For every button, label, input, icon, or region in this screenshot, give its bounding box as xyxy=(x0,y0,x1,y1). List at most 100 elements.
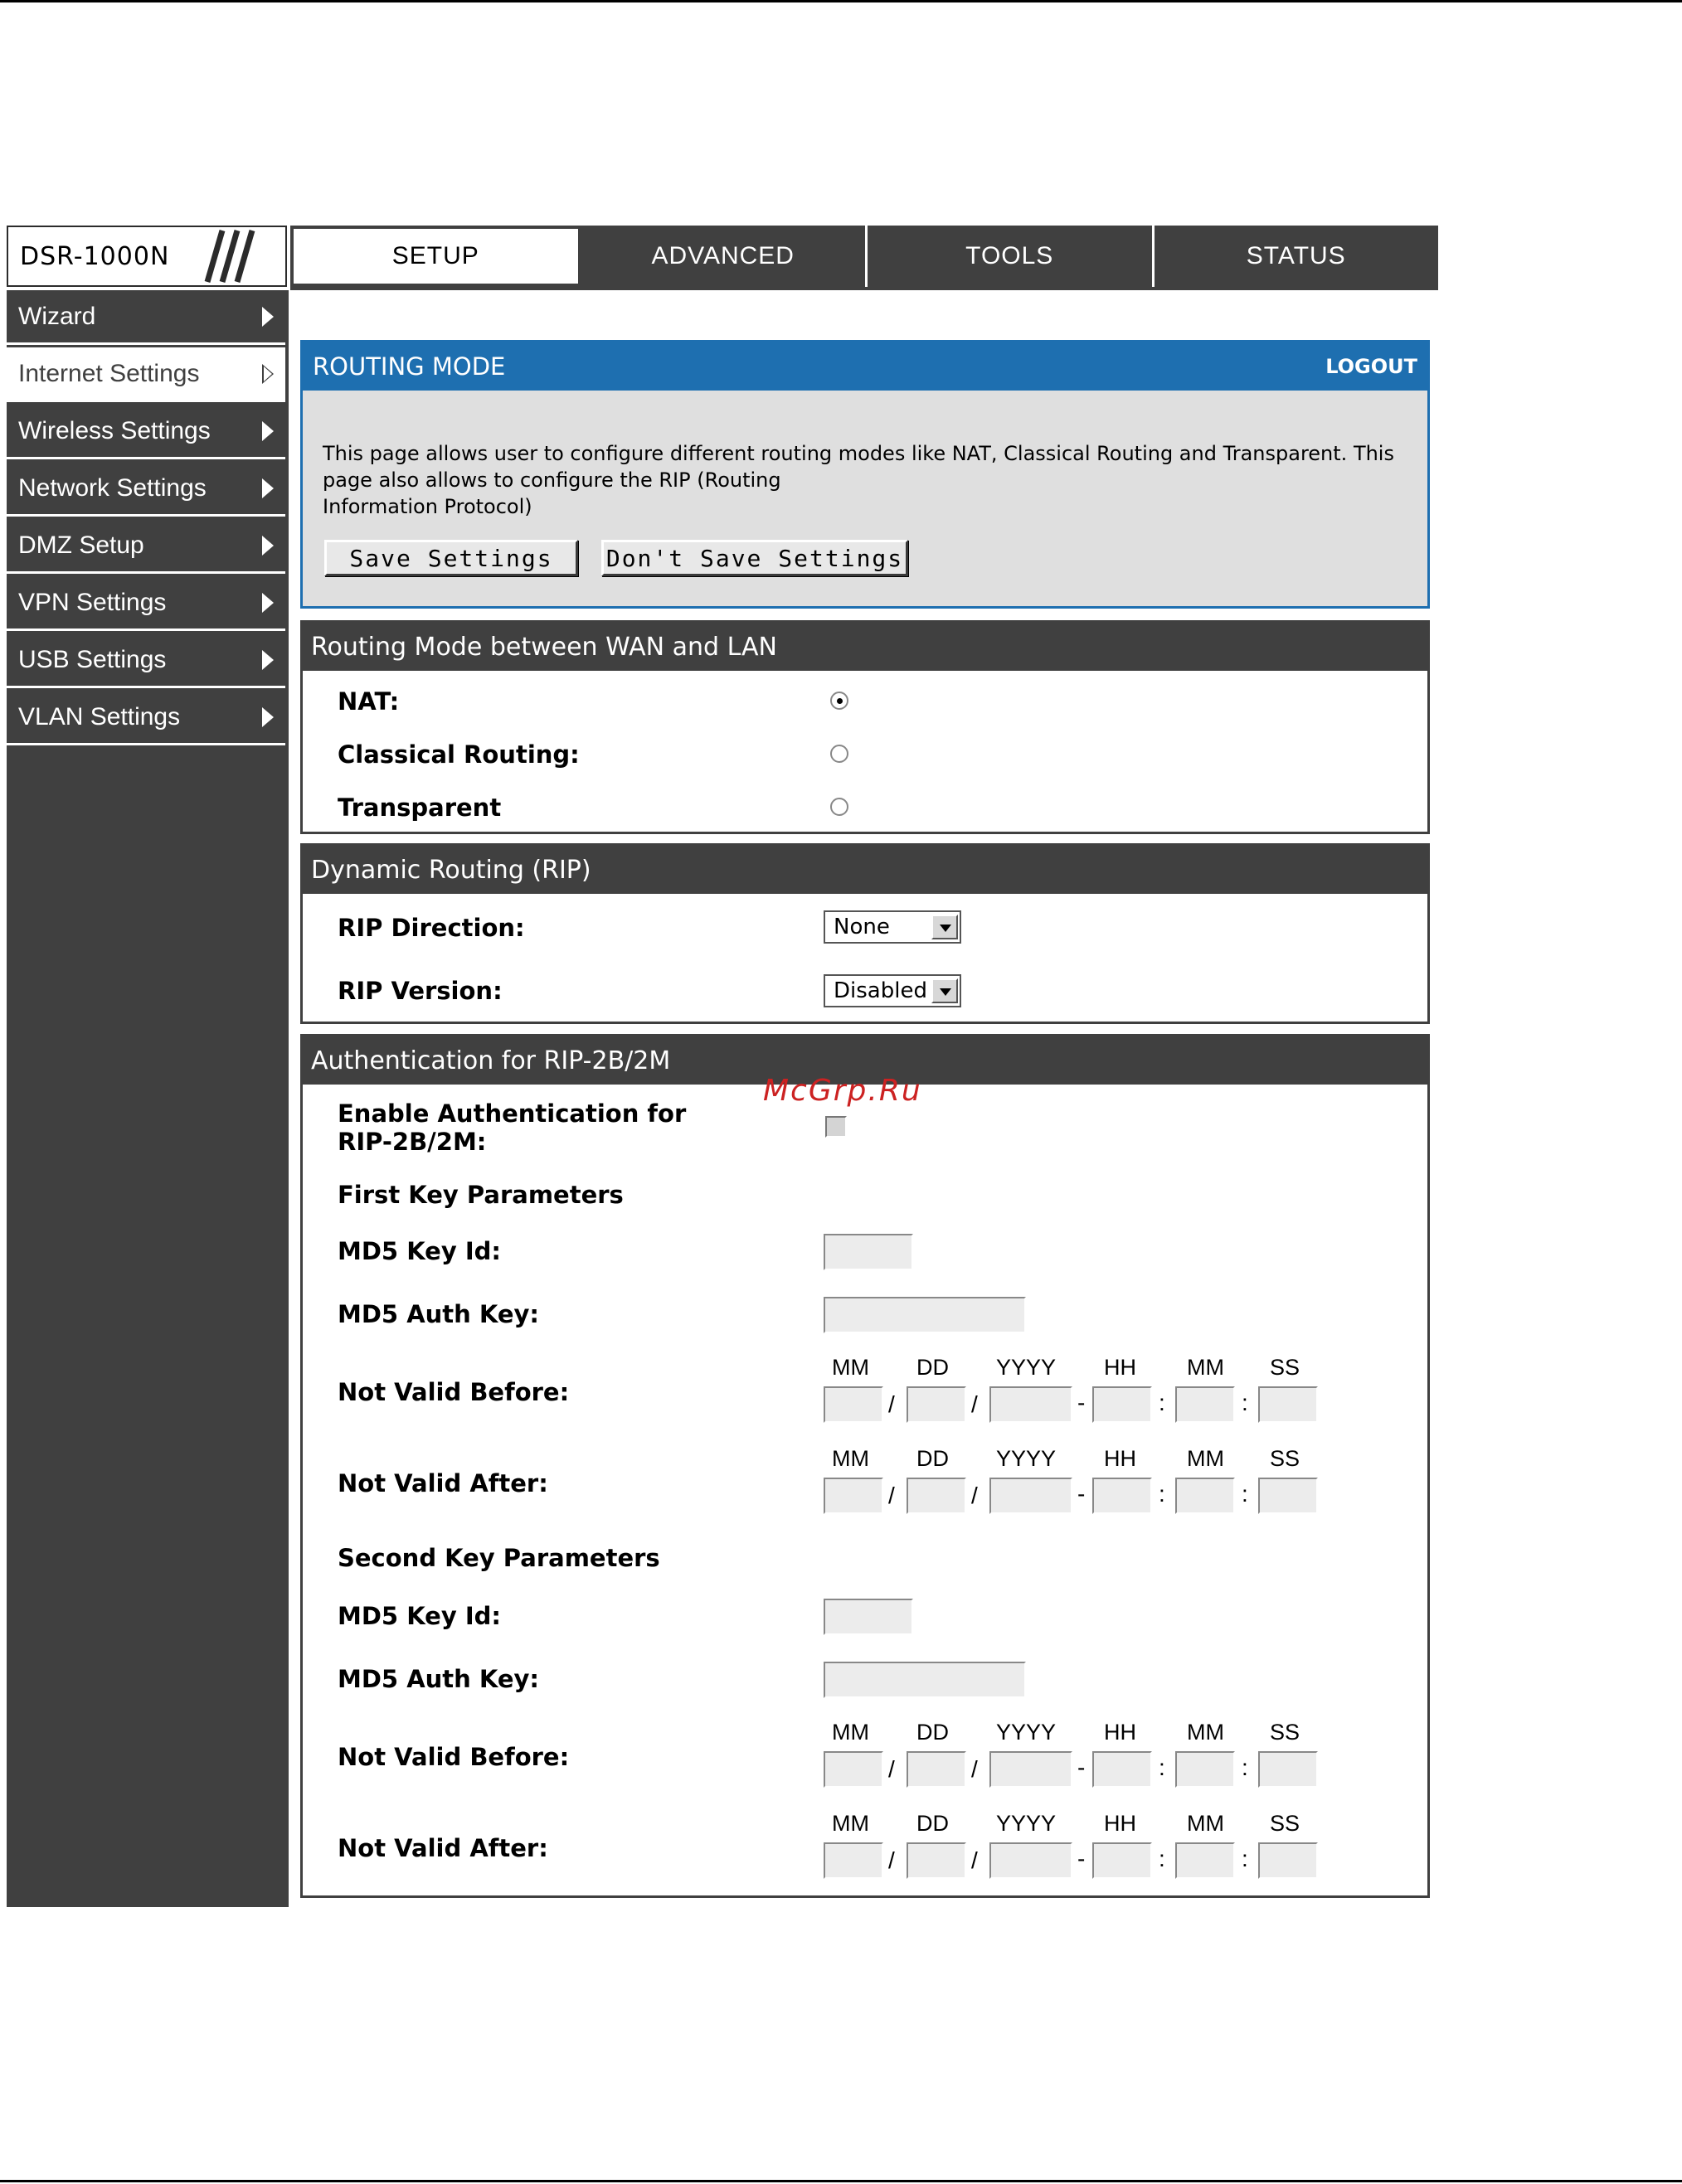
save-settings-button[interactable]: Save Settings xyxy=(324,540,578,576)
hour-input[interactable] xyxy=(1092,1751,1152,1788)
month-label: MM xyxy=(832,1355,869,1380)
day-label: DD xyxy=(916,1355,949,1380)
date-separator: / xyxy=(971,1756,978,1782)
sidebar-item-wireless-settings[interactable]: Wireless Settings xyxy=(7,405,285,459)
sidebar-item-vpn-settings[interactable]: VPN Settings xyxy=(7,576,285,631)
model-name: DSR-1000N xyxy=(20,241,170,271)
date-separator: / xyxy=(888,1391,895,1417)
hour-input[interactable] xyxy=(1092,1478,1152,1514)
hour-input[interactable] xyxy=(1092,1386,1152,1423)
sidebar-item-wizard[interactable]: Wizard xyxy=(7,290,285,345)
date-separator: / xyxy=(888,1483,895,1508)
day-label: DD xyxy=(916,1811,949,1836)
enable-auth-label-line: Enable Authentication for xyxy=(338,1099,687,1128)
date-time-separator: - xyxy=(1077,1754,1086,1780)
sidebar-item-label: VPN Settings xyxy=(18,588,167,616)
minute-input[interactable] xyxy=(1175,1386,1235,1423)
sidebar-item-internet-settings[interactable]: Internet Settings xyxy=(7,347,285,402)
description-line: page also allows to configure the RIP (R… xyxy=(323,468,781,492)
rip-direction-select[interactable]: None xyxy=(824,910,961,944)
tab-advanced[interactable]: ADVANCED xyxy=(581,226,868,287)
nat-label: NAT: xyxy=(338,687,400,716)
dont-save-settings-button[interactable]: Don't Save Settings xyxy=(601,540,908,576)
date-separator: / xyxy=(971,1391,978,1417)
first-md5-key-id-label: MD5 Key Id: xyxy=(338,1237,501,1265)
second-md5-key-id-input[interactable] xyxy=(824,1599,913,1635)
transparent-radio[interactable] xyxy=(830,798,848,816)
month-input[interactable] xyxy=(824,1478,883,1514)
logout-link[interactable]: LOGOUT xyxy=(1325,355,1417,378)
second-input[interactable] xyxy=(1258,1751,1318,1788)
time-separator: : xyxy=(1242,1390,1248,1415)
time-separator: : xyxy=(1242,1754,1248,1780)
chevron-right-icon xyxy=(262,306,274,327)
day-input[interactable] xyxy=(907,1842,966,1879)
minute-label: MM xyxy=(1187,1720,1224,1745)
date-time-separator: - xyxy=(1077,1481,1086,1507)
main-tabs: SETUP ADVANCED TOOLS STATUS xyxy=(290,226,1438,287)
month-input[interactable] xyxy=(824,1386,883,1423)
time-separator: : xyxy=(1159,1846,1165,1871)
rip-version-value: Disabled xyxy=(834,978,927,1003)
month-input[interactable] xyxy=(824,1751,883,1788)
second-label: SS xyxy=(1270,1811,1300,1836)
minute-input[interactable] xyxy=(1175,1751,1235,1788)
year-input[interactable] xyxy=(989,1751,1072,1788)
year-label: YYYY xyxy=(996,1811,1057,1836)
second-md5-auth-key-label: MD5 Auth Key: xyxy=(338,1665,540,1693)
sidebar-item-label: Wireless Settings xyxy=(18,416,211,444)
chevron-right-icon xyxy=(262,363,274,384)
hour-label: HH xyxy=(1104,1355,1136,1380)
page-description: This page allows user to configure diffe… xyxy=(323,440,1401,520)
hour-input[interactable] xyxy=(1092,1842,1152,1879)
watermark: McGrp.Ru xyxy=(763,1074,922,1108)
tabs-underline xyxy=(290,287,1438,290)
time-separator: : xyxy=(1242,1846,1248,1871)
second-md5-auth-key-input[interactable] xyxy=(824,1662,1026,1698)
minute-input[interactable] xyxy=(1175,1478,1235,1514)
second-not-valid-after-datetime: MM DD YYYY HH MM SS / / - : : xyxy=(303,1811,1427,1894)
day-input[interactable] xyxy=(907,1386,966,1423)
second-input[interactable] xyxy=(1258,1842,1318,1879)
hour-label: HH xyxy=(1104,1811,1136,1836)
routing-mode-panel: ROUTING MODE LOGOUT This page allows use… xyxy=(300,340,1430,609)
month-input[interactable] xyxy=(824,1842,883,1879)
sidebar-item-label: Wizard xyxy=(18,302,96,330)
sidebar-item-usb-settings[interactable]: USB Settings xyxy=(7,633,285,688)
minute-label: MM xyxy=(1187,1355,1224,1380)
rip-version-select[interactable]: Disabled xyxy=(824,974,961,1007)
second-md5-key-id-label: MD5 Key Id: xyxy=(338,1602,501,1630)
first-key-heading: First Key Parameters xyxy=(338,1181,624,1209)
description-line: This page allows user to configure diffe… xyxy=(323,442,1394,465)
date-separator: / xyxy=(888,1756,895,1782)
first-md5-key-id-input[interactable] xyxy=(824,1234,913,1270)
first-md5-auth-key-input[interactable] xyxy=(824,1297,1026,1333)
nat-radio[interactable] xyxy=(830,692,848,710)
minute-input[interactable] xyxy=(1175,1842,1235,1879)
section-title: Dynamic Routing (RIP) xyxy=(303,846,1427,894)
year-input[interactable] xyxy=(989,1478,1072,1514)
classical-routing-radio[interactable] xyxy=(830,745,848,763)
sidebar-item-network-settings[interactable]: Network Settings xyxy=(7,462,285,517)
day-input[interactable] xyxy=(907,1478,966,1514)
year-input[interactable] xyxy=(989,1842,1072,1879)
year-input[interactable] xyxy=(989,1386,1072,1423)
brand-logo: DSR-1000N xyxy=(7,226,287,287)
day-input[interactable] xyxy=(907,1751,966,1788)
second-input[interactable] xyxy=(1258,1478,1318,1514)
second-input[interactable] xyxy=(1258,1386,1318,1423)
tab-setup[interactable]: SETUP xyxy=(290,226,581,287)
time-separator: : xyxy=(1242,1481,1248,1507)
chevron-right-icon xyxy=(262,649,274,670)
sidebar-item-vlan-settings[interactable]: VLAN Settings xyxy=(7,691,285,745)
tab-tools[interactable]: TOOLS xyxy=(868,226,1155,287)
sidebar-item-label: Internet Settings xyxy=(18,359,200,387)
tab-status[interactable]: STATUS xyxy=(1154,226,1438,287)
first-not-valid-before-datetime: MM DD YYYY HH MM SS / / - : : xyxy=(303,1355,1427,1438)
rip-authentication-section: Authentication for RIP-2B/2M Enable Auth… xyxy=(300,1034,1430,1898)
minute-label: MM xyxy=(1187,1811,1224,1836)
year-label: YYYY xyxy=(996,1720,1057,1745)
enable-auth-checkbox[interactable] xyxy=(825,1116,847,1138)
sidebar-item-label: USB Settings xyxy=(18,645,167,673)
sidebar-item-dmz-setup[interactable]: DMZ Setup xyxy=(7,519,285,574)
